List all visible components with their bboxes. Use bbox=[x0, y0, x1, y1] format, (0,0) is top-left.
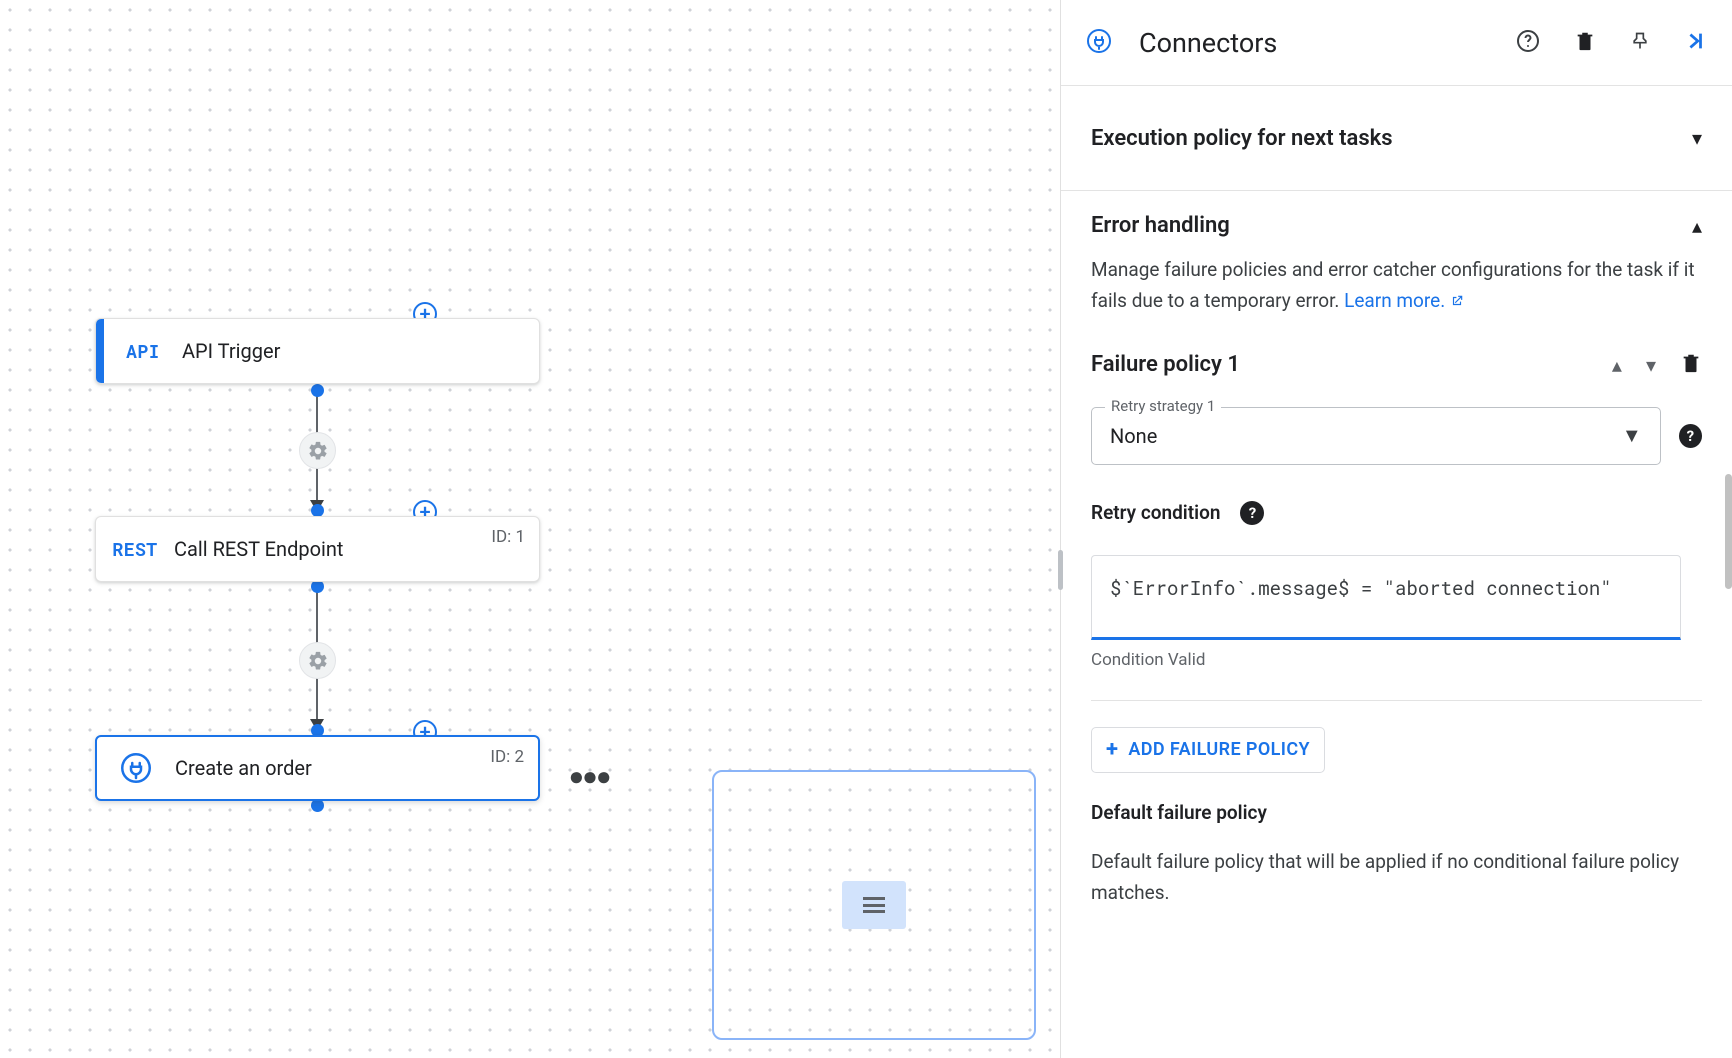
default-failure-policy-title: Default failure policy bbox=[1091, 801, 1702, 824]
canvas-selection-rect[interactable] bbox=[712, 770, 1036, 1040]
dropdown-caret-icon: ▼ bbox=[1622, 423, 1642, 448]
divider bbox=[1091, 700, 1702, 701]
section-title: Execution policy for next tasks bbox=[1091, 126, 1393, 151]
collapse-panel-icon[interactable] bbox=[1684, 30, 1706, 56]
node-type-tag: API bbox=[104, 339, 182, 363]
chevron-up-icon bbox=[1692, 214, 1702, 238]
section-execution-policy[interactable]: Execution policy for next tasks bbox=[1061, 86, 1732, 191]
retry-condition-label: Retry condition bbox=[1091, 501, 1220, 524]
panel-header: Connectors bbox=[1061, 0, 1732, 86]
node-id: ID: 2 bbox=[490, 747, 524, 767]
node-accent-stripe bbox=[96, 319, 104, 383]
section-description: Manage failure policies and error catche… bbox=[1091, 254, 1702, 317]
condition-status: Condition Valid bbox=[1091, 650, 1702, 670]
move-up-button[interactable] bbox=[1612, 353, 1622, 377]
node-call-rest-endpoint[interactable]: REST Call REST Endpoint ID: 1 bbox=[95, 516, 540, 582]
failure-policy-title: Failure policy 1 bbox=[1091, 352, 1612, 377]
node-label: Create an order bbox=[175, 756, 312, 780]
help-icon[interactable] bbox=[1516, 29, 1540, 57]
scrollbar-thumb[interactable] bbox=[1725, 474, 1732, 589]
delete-icon[interactable] bbox=[1574, 29, 1596, 57]
section-title: Error handling bbox=[1091, 213, 1230, 238]
delete-policy-button[interactable] bbox=[1680, 351, 1702, 379]
edge-port[interactable] bbox=[311, 384, 324, 397]
details-panel: Connectors Execution policy for next tas… bbox=[1060, 0, 1732, 1058]
node-api-trigger[interactable]: API API Trigger bbox=[95, 318, 540, 384]
node-more-menu-button[interactable]: ●●● bbox=[565, 752, 613, 800]
edge-config-button[interactable] bbox=[299, 642, 336, 679]
menu-icon-button[interactable] bbox=[842, 881, 906, 929]
connector-icon bbox=[1087, 29, 1111, 57]
section-header[interactable]: Error handling bbox=[1091, 213, 1702, 238]
help-tooltip-icon[interactable]: ? bbox=[1240, 501, 1264, 525]
field-label: Retry strategy 1 bbox=[1105, 397, 1221, 415]
node-type-tag: REST bbox=[96, 537, 174, 561]
failure-policy-block: Failure policy 1 Retry strategy 1 None ▼ bbox=[1091, 351, 1702, 909]
node-create-an-order[interactable]: Create an order ID: 2 bbox=[95, 735, 540, 801]
retry-condition-input[interactable]: $`ErrorInfo`.message$ = "aborted connect… bbox=[1091, 555, 1681, 640]
select-value: None bbox=[1110, 424, 1157, 448]
panel-resize-handle[interactable] bbox=[1058, 550, 1063, 590]
node-label: Call REST Endpoint bbox=[174, 537, 343, 561]
help-tooltip-icon[interactable]: ? bbox=[1679, 424, 1702, 448]
pin-icon[interactable] bbox=[1630, 30, 1650, 56]
edge-config-button[interactable] bbox=[299, 432, 336, 469]
node-label: API Trigger bbox=[182, 339, 280, 363]
move-down-button[interactable] bbox=[1646, 353, 1656, 377]
add-failure-policy-button[interactable]: + ADD FAILURE POLICY bbox=[1091, 727, 1325, 773]
default-failure-policy-description: Default failure policy that will be appl… bbox=[1091, 846, 1702, 909]
workflow-canvas[interactable]: API API Trigger REST Call REST Endpoint … bbox=[0, 0, 1060, 1058]
learn-more-link[interactable]: Learn more. bbox=[1344, 289, 1464, 312]
button-label: ADD FAILURE POLICY bbox=[1128, 739, 1310, 760]
plus-icon: + bbox=[1106, 737, 1118, 762]
connector-icon bbox=[97, 753, 175, 783]
node-id: ID: 1 bbox=[491, 527, 525, 547]
retry-strategy-select[interactable]: None ▼ bbox=[1091, 407, 1661, 465]
chevron-down-icon bbox=[1692, 126, 1702, 150]
section-error-handling: Error handling Manage failure policies a… bbox=[1061, 191, 1732, 908]
panel-title: Connectors bbox=[1139, 27, 1496, 59]
